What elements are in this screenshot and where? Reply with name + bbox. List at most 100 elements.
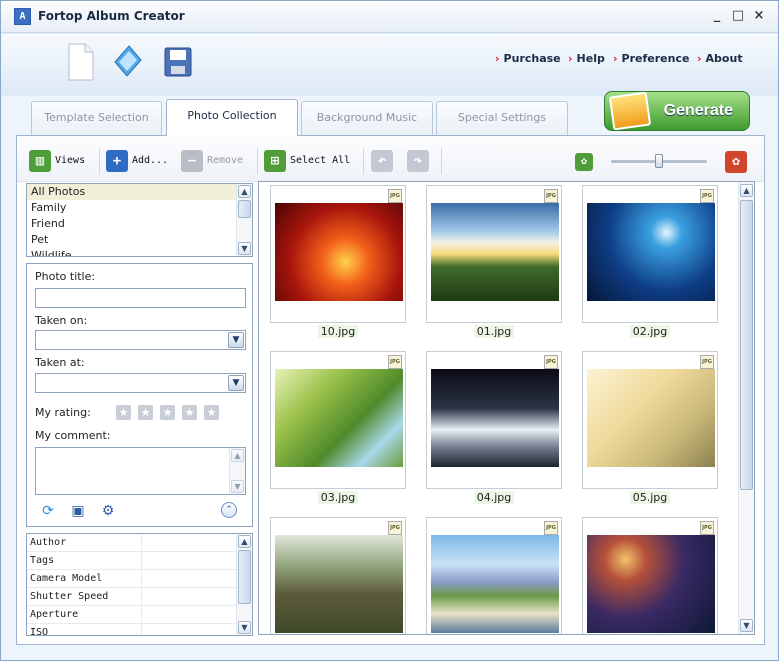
photo-image bbox=[587, 369, 715, 467]
photo-image bbox=[275, 369, 403, 467]
list-item-album[interactable]: Friend bbox=[27, 216, 252, 232]
property-row: Author bbox=[27, 534, 252, 552]
scrollbar-thumb[interactable] bbox=[238, 200, 251, 218]
help-link[interactable]: Help bbox=[568, 52, 605, 65]
property-row: Shutter Speed bbox=[27, 588, 252, 606]
scroll-down-icon[interactable]: ▼ bbox=[238, 242, 251, 255]
generate-label: Generate bbox=[663, 102, 733, 119]
rating-star-icon[interactable]: ★ bbox=[116, 405, 131, 420]
refresh-icon[interactable]: ⟳ bbox=[39, 502, 57, 520]
open-project-icon[interactable] bbox=[111, 42, 145, 82]
tab-special-settings[interactable]: Special Settings bbox=[436, 101, 568, 135]
album-list[interactable]: All Photos Family Friend Pet Wildlife ▲ … bbox=[26, 183, 253, 257]
generate-button[interactable]: Generate bbox=[604, 91, 750, 131]
scroll-up-icon[interactable]: ▲ bbox=[231, 449, 244, 462]
comment-scrollbar[interactable]: ▲ ▼ bbox=[229, 448, 245, 494]
zoom-small-icon: ✿ bbox=[575, 153, 593, 171]
photo-thumbnail[interactable]: JPG bbox=[426, 351, 562, 489]
zoom-slider-thumb[interactable] bbox=[655, 154, 663, 168]
jpg-file-icon: JPG bbox=[700, 521, 714, 535]
add-icon: + bbox=[106, 150, 128, 172]
photo-thumbnail[interactable]: JPG bbox=[426, 517, 562, 634]
photo-grid-scrollbar[interactable]: ▲ ▼ bbox=[738, 182, 754, 634]
photo-thumbnail[interactable]: JPG bbox=[270, 517, 406, 634]
photo-thumbnail[interactable]: JPG bbox=[426, 185, 562, 323]
photo-filename: 10.jpg bbox=[270, 325, 406, 338]
window-title: Fortop Album Creator bbox=[38, 9, 185, 23]
zoom-out-button[interactable]: ✿ bbox=[575, 153, 597, 175]
new-project-icon[interactable] bbox=[63, 42, 97, 82]
jpg-file-icon: JPG bbox=[544, 521, 558, 535]
tab-template-selection[interactable]: Template Selection bbox=[31, 101, 162, 135]
list-item-album[interactable]: Family bbox=[27, 200, 252, 216]
select-all-icon: ⊞ bbox=[264, 150, 286, 172]
toolbar-divider bbox=[441, 148, 442, 174]
photo-thumbnail[interactable]: JPG bbox=[270, 185, 406, 323]
chevron-down-icon[interactable]: ▼ bbox=[228, 375, 244, 391]
rating-star-icon[interactable]: ★ bbox=[182, 405, 197, 420]
jpg-file-icon: JPG bbox=[544, 355, 558, 369]
photo-title-input[interactable] bbox=[35, 288, 246, 308]
gear-icon[interactable]: ⚙ bbox=[99, 502, 117, 520]
purchase-link[interactable]: Purchase bbox=[495, 52, 561, 65]
photo-filename: 01.jpg bbox=[426, 325, 562, 338]
photo-filename: 03.jpg bbox=[270, 491, 406, 504]
rating-star-icon[interactable]: ★ bbox=[138, 405, 153, 420]
scrollbar-thumb[interactable] bbox=[740, 200, 753, 490]
rotate-right-button[interactable]: ↷ bbox=[407, 150, 433, 172]
property-row: Tags bbox=[27, 552, 252, 570]
rotate-left-button[interactable]: ↶ bbox=[371, 150, 397, 172]
select-all-button[interactable]: ⊞ Select All bbox=[264, 150, 350, 172]
rating-star-icon[interactable]: ★ bbox=[204, 405, 219, 420]
toolbar-divider bbox=[99, 148, 100, 174]
minimize-button[interactable]: _ bbox=[709, 8, 725, 24]
list-item-album[interactable]: All Photos bbox=[27, 184, 252, 200]
photo-image bbox=[275, 535, 403, 633]
photo-collection-panel: ▥ Views + Add... − Remove ⊞ Select All ↶ ↷ ✿ bbox=[16, 135, 765, 645]
add-label: Add... bbox=[132, 155, 169, 166]
scroll-up-icon[interactable]: ▲ bbox=[740, 184, 753, 197]
scroll-down-icon[interactable]: ▼ bbox=[740, 619, 753, 632]
preference-link[interactable]: Preference bbox=[613, 52, 690, 65]
views-label: Views bbox=[55, 155, 86, 166]
about-link[interactable]: About bbox=[697, 52, 743, 65]
remove-icon: − bbox=[181, 150, 203, 172]
photo-filename: 04.jpg bbox=[426, 491, 562, 504]
scroll-down-icon[interactable]: ▼ bbox=[238, 621, 251, 634]
close-button[interactable]: × bbox=[751, 8, 767, 24]
zoom-in-button[interactable]: ✿ bbox=[725, 151, 751, 173]
maximize-button[interactable]: □ bbox=[730, 8, 746, 24]
remove-button[interactable]: − Remove bbox=[181, 150, 243, 172]
rating-star-icon[interactable]: ★ bbox=[160, 405, 175, 420]
photo-thumbnail[interactable]: JPG bbox=[270, 351, 406, 489]
photo-image bbox=[275, 203, 403, 301]
chevron-down-icon[interactable]: ▼ bbox=[228, 332, 244, 348]
jpg-file-icon: JPG bbox=[388, 521, 402, 535]
save-info-icon[interactable]: ▣ bbox=[69, 502, 87, 520]
views-button[interactable]: ▥ Views bbox=[29, 150, 85, 172]
photo-thumbnail[interactable]: JPG bbox=[582, 351, 718, 489]
jpg-file-icon: JPG bbox=[544, 189, 558, 203]
taken-on-select[interactable]: ▼ bbox=[35, 330, 246, 350]
collapse-icon[interactable]: ⌃ bbox=[221, 502, 237, 518]
scroll-up-icon[interactable]: ▲ bbox=[238, 535, 251, 548]
list-item-album[interactable]: Pet bbox=[27, 232, 252, 248]
add-button[interactable]: + Add... bbox=[106, 150, 168, 172]
scroll-up-icon[interactable]: ▲ bbox=[238, 185, 251, 198]
photo-thumbnail[interactable]: JPG bbox=[582, 185, 718, 323]
generate-photo-icon bbox=[608, 91, 652, 131]
comment-textarea[interactable]: ▲ ▼ bbox=[35, 447, 246, 495]
zoom-slider[interactable] bbox=[611, 154, 707, 168]
properties-scrollbar[interactable]: ▲ ▼ bbox=[236, 534, 252, 635]
album-list-scrollbar[interactable]: ▲ ▼ bbox=[236, 184, 252, 256]
scrollbar-thumb[interactable] bbox=[238, 550, 251, 604]
taken-at-select[interactable]: ▼ bbox=[35, 373, 246, 393]
tab-background-music[interactable]: Background Music bbox=[301, 101, 433, 135]
property-row: Camera Model bbox=[27, 570, 252, 588]
photo-thumbnail[interactable]: JPG bbox=[582, 517, 718, 634]
tab-photo-collection[interactable]: Photo Collection bbox=[166, 99, 298, 136]
rotate-left-icon: ↶ bbox=[371, 150, 393, 172]
scroll-down-icon[interactable]: ▼ bbox=[231, 480, 244, 493]
save-project-icon[interactable] bbox=[161, 42, 195, 82]
list-item-album[interactable]: Wildlife bbox=[27, 248, 252, 256]
